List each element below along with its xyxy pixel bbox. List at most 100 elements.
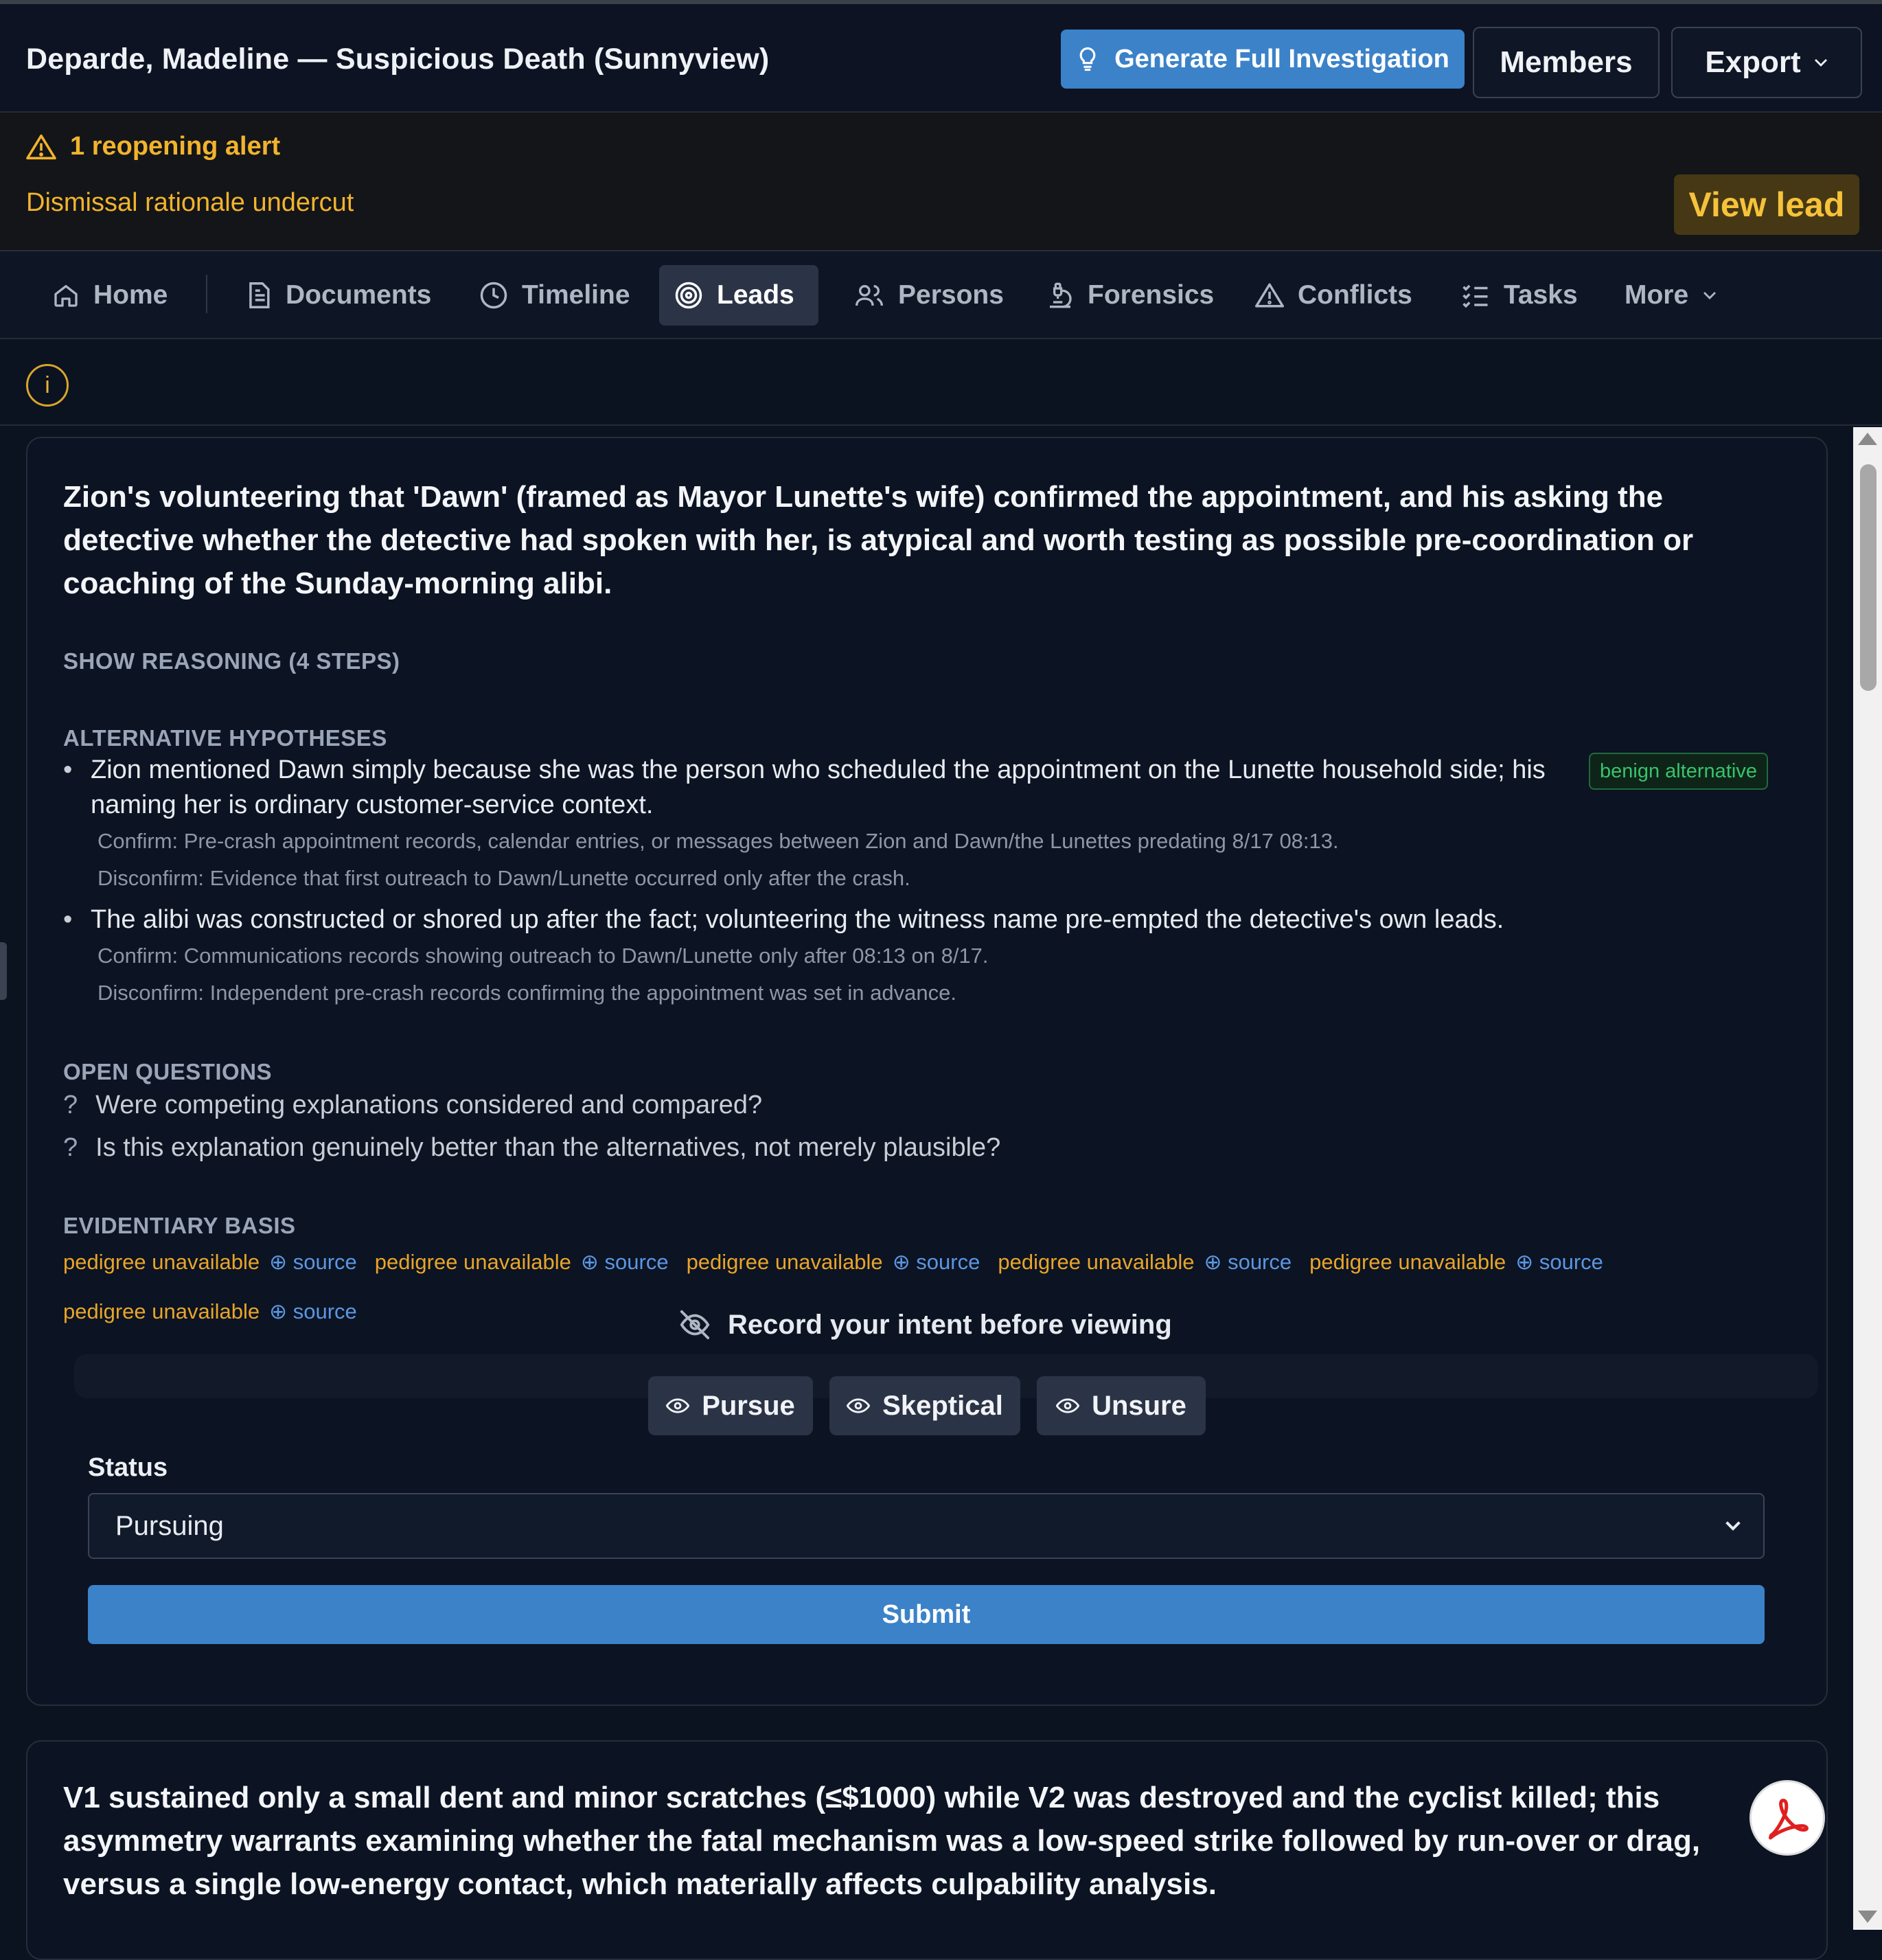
chevron-down-icon <box>1703 292 1717 299</box>
export-button[interactable]: Export <box>1671 27 1862 98</box>
bullet: • <box>63 755 73 784</box>
tab-tasks[interactable]: Tasks <box>1446 265 1593 326</box>
hypothesis-confirm: Confirm: Communications records showing … <box>97 944 989 968</box>
pedigree-label: pedigree unavailable <box>63 1250 260 1274</box>
info-row: i <box>0 339 1882 426</box>
show-reasoning-toggle[interactable]: SHOW REASONING (4 STEPS) <box>63 648 400 674</box>
app-header: Deparde, Madeline — Suspicious Death (Su… <box>0 4 1882 113</box>
intent-prompt: Record your intent before viewing <box>677 1309 1172 1341</box>
intent-label: Record your intent before viewing <box>728 1309 1172 1340</box>
tab-label: Documents <box>286 280 432 310</box>
eye-icon <box>1056 1398 1080 1413</box>
unsure-button[interactable]: Unsure <box>1037 1376 1206 1435</box>
source-link[interactable]: ⊕ source <box>1515 1250 1603 1275</box>
evidence-item: pedigree unavailable ⊕ source <box>1309 1250 1603 1275</box>
pdf-icon <box>1768 1799 1809 1840</box>
benign-alternative-badge: benign alternative <box>1589 753 1768 790</box>
alert-title: 1 reopening alert <box>70 132 281 161</box>
tab-timeline[interactable]: Timeline <box>464 265 645 326</box>
tab-label: Forensics <box>1088 280 1215 310</box>
tab-label: Persons <box>898 280 1004 310</box>
pursue-label: Pursue <box>702 1390 795 1421</box>
pedigree-label: pedigree unavailable <box>686 1250 883 1274</box>
members-label: Members <box>1500 45 1633 79</box>
tab-forensics[interactable]: Forensics <box>1031 265 1229 326</box>
status-select[interactable]: Pursuing <box>88 1493 1765 1559</box>
tab-label: Leads <box>717 280 794 310</box>
generate-investigation-button[interactable]: Generate Full Investigation <box>1061 30 1465 89</box>
home-icon <box>54 285 78 307</box>
circle-plus-icon: ⊕ <box>269 1299 288 1323</box>
alternative-hypotheses-heading: ALTERNATIVE HYPOTHESES <box>63 725 387 751</box>
pedigree-label: pedigree unavailable <box>1309 1250 1506 1274</box>
open-question: ? Is this explanation genuinely better t… <box>63 1133 1000 1163</box>
hypothesis-item: • Zion mentioned Dawn simply because she… <box>63 753 1629 897</box>
hypothesis-disconfirm: Disconfirm: Evidence that first outreach… <box>97 866 910 890</box>
source-link[interactable]: ⊕ source <box>269 1299 357 1324</box>
members-button[interactable]: Members <box>1473 27 1660 98</box>
source-label: source <box>1228 1250 1292 1274</box>
hypothesis-item: • The alibi was constructed or shored up… <box>63 902 1629 1012</box>
tab-conflicts[interactable]: Conflicts <box>1240 265 1427 326</box>
evidence-row: pedigree unavailable ⊕ source <box>63 1299 357 1324</box>
hypothesis-text: The alibi was constructed or shored up a… <box>91 905 1504 934</box>
source-link[interactable]: ⊕ source <box>581 1250 669 1275</box>
circle-plus-icon: ⊕ <box>892 1250 910 1274</box>
users-icon <box>856 285 883 306</box>
source-link[interactable]: ⊕ source <box>893 1250 980 1275</box>
lead-card: V1 sustained only a small dent and minor… <box>26 1740 1828 1960</box>
eye-off-icon <box>680 1310 710 1340</box>
view-lead-button[interactable]: View lead <box>1674 174 1859 235</box>
pedigree-label: pedigree unavailable <box>374 1250 571 1274</box>
skeptical-label: Skeptical <box>882 1390 1003 1421</box>
eye-icon <box>666 1398 690 1413</box>
unsure-label: Unsure <box>1092 1390 1186 1421</box>
pursue-button[interactable]: Pursue <box>648 1376 813 1435</box>
pedigree-label: pedigree unavailable <box>63 1299 260 1323</box>
checklist-icon <box>1462 284 1488 308</box>
tab-home[interactable]: Home <box>37 265 183 326</box>
hypothesis-text: Zion mentioned Dawn simply because she w… <box>91 755 1546 819</box>
source-label: source <box>1539 1250 1603 1274</box>
source-label: source <box>604 1250 669 1274</box>
circle-plus-icon: ⊕ <box>580 1250 599 1274</box>
evidentiary-basis-heading: EVIDENTIARY BASIS <box>63 1213 296 1238</box>
evidence-item: pedigree unavailable ⊕ source <box>998 1250 1292 1275</box>
microscope-icon <box>1050 282 1072 308</box>
source-link[interactable]: ⊕ source <box>1204 1250 1292 1275</box>
tab-persons[interactable]: Persons <box>839 265 1019 326</box>
question-text: Is this explanation genuinely better tha… <box>95 1133 1001 1162</box>
open-questions-heading: OPEN QUESTIONS <box>63 1059 273 1084</box>
generate-label: Generate Full Investigation <box>1114 44 1449 73</box>
scroll-up-arrow-icon[interactable] <box>1858 433 1877 445</box>
evidence-item: pedigree unavailable ⊕ source <box>63 1299 357 1324</box>
source-link[interactable]: ⊕ source <box>269 1250 357 1275</box>
tab-documents[interactable]: Documents <box>231 265 446 326</box>
source-label: source <box>292 1250 357 1274</box>
tab-divider <box>206 275 207 313</box>
info-button[interactable]: i <box>26 364 69 407</box>
tab-leads[interactable]: Leads <box>659 265 818 326</box>
eye-icon <box>847 1398 871 1413</box>
source-label: source <box>292 1299 357 1323</box>
status-label: Status <box>88 1453 168 1482</box>
skeptical-button[interactable]: Skeptical <box>829 1376 1020 1435</box>
hypothesis-confirm: Confirm: Pre-crash appointment records, … <box>97 829 1339 853</box>
submit-button[interactable]: Submit <box>88 1585 1765 1644</box>
clock-icon <box>480 282 507 309</box>
alert-title-row: 1 reopening alert <box>26 132 280 161</box>
evidence-row: pedigree unavailable ⊕ source pedigree u… <box>63 1250 1603 1275</box>
warning-icon <box>1255 283 1284 308</box>
question-mark: ? <box>63 1091 78 1119</box>
scrollbar-thumb[interactable] <box>1860 464 1877 691</box>
sidebar-handle[interactable] <box>0 942 7 1000</box>
tab-label: Home <box>93 280 168 310</box>
chevron-down-icon <box>1814 59 1827 67</box>
evidence-item: pedigree unavailable ⊕ source <box>63 1250 357 1275</box>
tab-more[interactable]: More <box>1609 265 1732 326</box>
document-icon <box>249 282 270 308</box>
case-title: Deparde, Madeline — Suspicious Death (Su… <box>26 43 770 76</box>
pdf-export-button[interactable] <box>1749 1780 1825 1856</box>
circle-plus-icon: ⊕ <box>1204 1250 1222 1274</box>
scroll-down-arrow-icon[interactable] <box>1858 1911 1877 1923</box>
